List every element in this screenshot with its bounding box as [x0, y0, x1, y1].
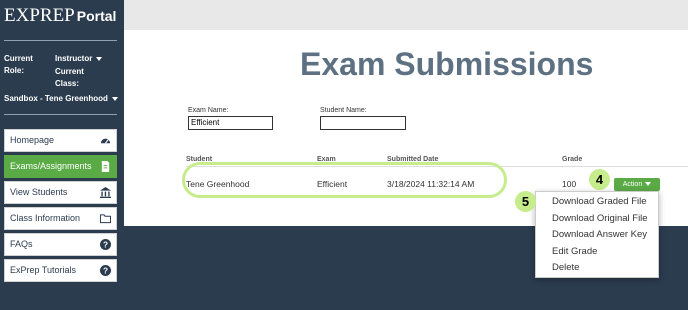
brand-sub: Portal: [76, 8, 117, 24]
top-bar: [124, 0, 688, 30]
help-icon: ?: [100, 239, 111, 250]
menu-item-delete[interactable]: Delete: [552, 262, 579, 273]
menu-item-download-original-file[interactable]: Download Original File: [552, 213, 648, 224]
student-name-label: Student Name:: [320, 107, 367, 114]
exam-name-label: Exam Name:: [188, 107, 229, 114]
sidebar-divider: [4, 114, 117, 115]
menu-item-download-graded-file[interactable]: Download Graded File: [552, 196, 647, 207]
chevron-down-icon: [645, 182, 652, 187]
svg-text:?: ?: [103, 266, 108, 275]
sidebar-item-label: FAQs: [10, 239, 33, 249]
sidebar-item-class-information[interactable]: Class Information: [4, 207, 117, 230]
current-class-label: Current Class:: [55, 67, 84, 88]
sidebar-item-label: Exams/Assignments: [10, 161, 92, 171]
chevron-down-icon: [111, 96, 118, 101]
sidebar-divider: [4, 40, 117, 41]
sidebar: EXPREP Portal Current Role: Instructor Cu…: [0, 0, 124, 310]
student-name-input[interactable]: [320, 116, 406, 130]
class-selector[interactable]: Sandbox - Tene Greenhood: [4, 93, 118, 105]
document-icon: [101, 161, 110, 172]
folder-icon: [100, 214, 111, 224]
sidebar-item-label: View Students: [10, 187, 68, 197]
sidebar-item-faqs[interactable]: FAQs ?: [4, 233, 117, 256]
callout-badge-5: 5: [515, 191, 536, 212]
sidebar-item-view-students[interactable]: View Students: [4, 181, 117, 204]
action-dropdown-menu: Download Graded File Download Original F…: [535, 191, 659, 278]
row-highlight-outline: [182, 162, 507, 198]
action-button-label: Action: [622, 181, 643, 188]
sidebar-item-label: Class Information: [10, 213, 81, 223]
svg-text:?: ?: [103, 240, 108, 249]
brand-logo[interactable]: EXPREP Portal: [4, 5, 116, 27]
sidebar-item-exprep-tutorials[interactable]: ExPrep Tutorials ?: [4, 259, 117, 282]
column-header-grade[interactable]: Grade: [562, 156, 582, 163]
bank-icon: [100, 187, 111, 198]
page-title: Exam Submissions: [300, 46, 594, 82]
help-icon: ?: [100, 265, 111, 276]
role-selector[interactable]: Instructor: [55, 53, 103, 65]
current-role-label: Current Role:: [4, 54, 33, 75]
callout-badge-4: 4: [589, 169, 610, 190]
sidebar-item-exams[interactable]: Exams/Assignments: [4, 155, 117, 178]
chevron-down-icon: [96, 56, 103, 61]
dashboard-icon: [100, 138, 111, 144]
role-value: Instructor: [55, 54, 93, 63]
sidebar-item-label: Homepage: [10, 135, 55, 145]
menu-item-download-answer-key[interactable]: Download Answer Key: [552, 229, 647, 240]
action-button[interactable]: Action: [614, 178, 660, 191]
cell-grade: 100: [562, 179, 577, 189]
class-value: Sandbox - Tene Greenhood: [4, 94, 108, 103]
exam-name-input[interactable]: Efficient: [188, 116, 273, 130]
sidebar-item-label: ExPrep Tutorials: [10, 265, 77, 275]
brand-name: EXPREP: [4, 5, 75, 26]
sidebar-item-homepage[interactable]: Homepage: [4, 129, 117, 152]
menu-item-edit-grade[interactable]: Edit Grade: [552, 246, 597, 257]
